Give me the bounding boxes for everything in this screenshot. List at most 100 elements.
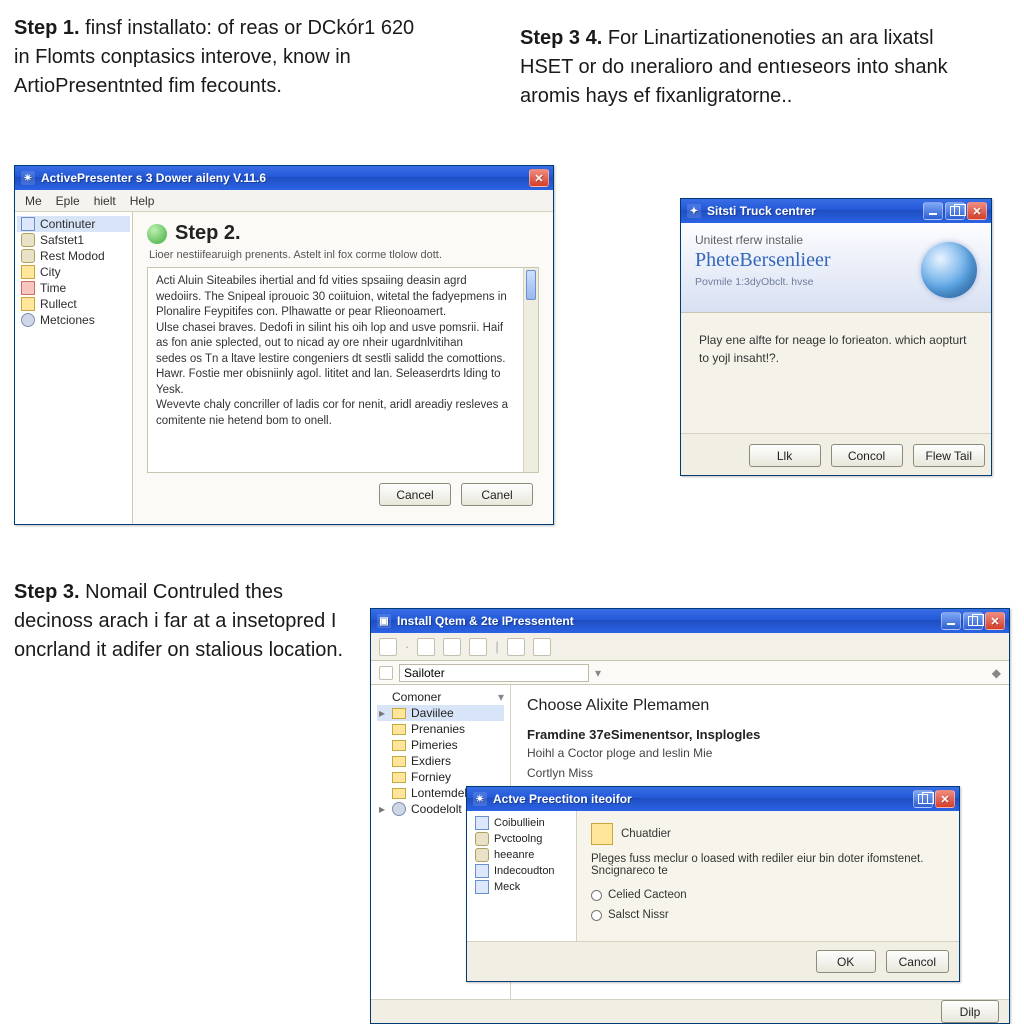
close-button[interactable]: ✕ <box>967 202 987 220</box>
sidebar-item[interactable]: Rullect <box>17 296 130 312</box>
sidebar-item[interactable]: Indecoudton <box>471 863 572 879</box>
forward-icon[interactable] <box>443 638 461 656</box>
inner-head-label: Chuatdier <box>621 828 671 840</box>
view-icon[interactable] <box>533 638 551 656</box>
installer-window: ✦ Sitsti Truck centrer ✕ Unitest rferw i… <box>680 198 992 476</box>
sidebar-item[interactable]: Metciones <box>17 312 130 328</box>
sidebar-head[interactable]: Coibulliein <box>471 815 572 831</box>
folder-icon <box>392 756 406 767</box>
cancel-button[interactable]: Cancol <box>886 950 949 973</box>
close-button[interactable]: ✕ <box>529 169 549 187</box>
installer-header: Unitest rferw instalie PheteBersenlieer … <box>681 223 991 313</box>
folder-icon <box>21 265 35 279</box>
installer-icon: ▣ <box>377 614 391 628</box>
print-icon[interactable] <box>507 638 525 656</box>
sidebar-item[interactable]: Meck <box>471 879 572 895</box>
menu-item[interactable]: hielt <box>94 194 116 208</box>
maximize-button[interactable] <box>945 202 965 220</box>
ok-button[interactable]: Llk <box>749 444 821 467</box>
sidebar-item[interactable]: Continuter <box>17 216 130 232</box>
scrollbar[interactable] <box>523 268 538 472</box>
menu-item[interactable]: Help <box>130 194 155 208</box>
doc-icon <box>475 864 489 878</box>
doc-icon <box>21 217 35 231</box>
sidebar-item[interactable]: Time <box>17 280 130 296</box>
close-button[interactable]: ✕ <box>985 612 1005 630</box>
minimize-button[interactable] <box>923 202 943 220</box>
step-dot-icon <box>147 224 167 244</box>
content-title: Choose Alixite Plemamen <box>527 697 993 715</box>
tree-item[interactable]: Exdiers <box>377 753 504 769</box>
cancel-button[interactable]: Concol <box>831 444 903 467</box>
explorer-titlebar[interactable]: ▣ Install Qtem & 2te IPressentent ✕ <box>371 609 1009 633</box>
tree-item[interactable]: Prenanies <box>377 721 504 737</box>
radio-option[interactable]: Celied Cacteon <box>591 889 945 901</box>
inner-main: Chuatdier Pleges fuss meclur o loased wi… <box>577 811 959 941</box>
step2-title: ActivePresenter s 3 Dower aileny V.11.6 <box>41 171 266 185</box>
minimize-button[interactable] <box>941 612 961 630</box>
finish-button[interactable]: Flew Tail <box>913 444 985 467</box>
folder-icon <box>392 708 406 719</box>
sidebar-item[interactable]: Rest Modod <box>17 248 130 264</box>
sidebar-item[interactable]: Safstet1 <box>17 232 130 248</box>
step1-text: Step 1. finsf installato: of reas or DCk… <box>14 14 434 101</box>
step2-sidebar: Continuter Safstet1 Rest Modod City Time… <box>15 212 133 524</box>
folder-icon <box>392 740 406 751</box>
back-icon[interactable] <box>417 638 435 656</box>
maximize-button[interactable] <box>913 790 933 808</box>
globe-icon <box>921 242 977 298</box>
tree-item[interactable]: ▸Daviilee <box>377 705 504 721</box>
sidebar-item[interactable]: heeanre <box>471 847 572 863</box>
installer-product: PheteBersenlieer <box>695 249 921 272</box>
db-icon <box>21 249 35 263</box>
scrollbar-thumb[interactable] <box>526 270 536 300</box>
help-button[interactable]: Dilp <box>941 1000 999 1023</box>
inner-titlebar[interactable]: ✴ Actve Preectiton iteoifor ✕ <box>467 787 959 811</box>
step2-textarea[interactable]: Acti Aluin Siteabiles ihertial and fd vi… <box>147 267 539 473</box>
app-icon: ✴ <box>473 792 487 806</box>
sidebar-item[interactable]: Pvctoolng <box>471 831 572 847</box>
content-section: Framdine 37eSimenentsor, Insplogles <box>527 727 993 742</box>
gear-icon <box>21 313 35 327</box>
content-line: Hoihl a Coctor ploge and leslin Mie <box>527 746 993 760</box>
folder-icon <box>392 772 406 783</box>
next-button[interactable]: Canel <box>461 483 533 506</box>
toolbar-icon[interactable] <box>379 638 397 656</box>
step3-text: Step 3. Nomail Contruled thes decinoss a… <box>14 578 354 665</box>
location-icon <box>379 666 393 680</box>
menu-item[interactable]: Me <box>25 194 42 208</box>
radio-option[interactable]: Salsct Nissr <box>591 909 945 921</box>
gear-icon <box>392 802 406 816</box>
step34-text: Step 3 4. For Linartizationenoties an ar… <box>520 24 980 111</box>
cancel-button[interactable]: Cancel <box>379 483 451 506</box>
folder-icon <box>21 297 35 311</box>
step2-window: ✴ ActivePresenter s 3 Dower aileny V.11.… <box>14 165 554 525</box>
step2-main: Step 2. Lioer nestiifearuigh prenents. A… <box>133 212 553 524</box>
app-icon: ✦ <box>687 204 701 218</box>
explorer-title: Install Qtem & 2te IPressentent <box>397 614 574 628</box>
menu-item[interactable]: Eple <box>56 194 80 208</box>
installer-titlebar[interactable]: ✦ Sitsti Truck centrer ✕ <box>681 199 991 223</box>
tree-item[interactable]: Pimeries <box>377 737 504 753</box>
maximize-button[interactable] <box>963 612 983 630</box>
up-icon[interactable] <box>469 638 487 656</box>
installer-title: Sitsti Truck centrer <box>707 204 816 218</box>
radio-icon <box>591 910 602 921</box>
sidebar-item[interactable]: City <box>17 264 130 280</box>
doc-icon <box>475 816 489 830</box>
installer-tagline: Povmile 1:3dyObclt. hvse <box>695 276 921 288</box>
tree-item[interactable]: Forniey <box>377 769 504 785</box>
app-icon: ✴ <box>21 171 35 185</box>
inner-sidebar: Coibulliein Pvctoolng heeanre Indecoudto… <box>467 811 577 941</box>
db-icon <box>475 848 489 862</box>
step2-menubar: Me Eple hielt Help <box>15 190 553 212</box>
ok-button[interactable]: OK <box>816 950 876 973</box>
db-icon <box>475 832 489 846</box>
address-input[interactable] <box>399 664 589 682</box>
step2-titlebar[interactable]: ✴ ActivePresenter s 3 Dower aileny V.11.… <box>15 166 553 190</box>
inner-body-text: Pleges fuss meclur o loased with rediler… <box>591 853 945 877</box>
step2-subtitle: Lioer nestiifearuigh prenents. Astelt in… <box>149 249 539 261</box>
folder-icon <box>591 823 613 845</box>
tree-root[interactable]: Comoner▾ <box>377 689 504 705</box>
close-button[interactable]: ✕ <box>935 790 955 808</box>
